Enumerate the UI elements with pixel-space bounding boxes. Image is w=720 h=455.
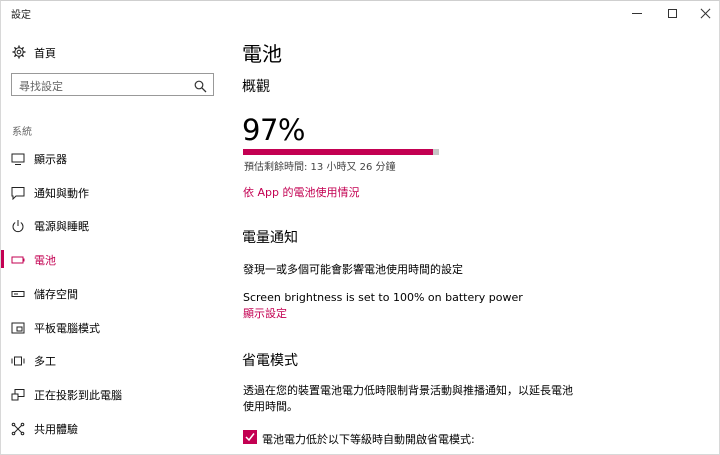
active-indicator (1, 250, 4, 268)
battery-icon (11, 252, 25, 266)
projecting-icon (11, 387, 25, 401)
search-input[interactable]: 尋找設定 (11, 73, 214, 96)
battery-saver-heading: 省電模式 (242, 353, 298, 369)
battery-level-bar (243, 149, 439, 155)
sidebar: 首頁 尋找設定 系統 顯示器 通知與動作 電源與睡眠 電池 儲存空間 平板電腦模… (1, 25, 226, 455)
storage-icon (11, 286, 25, 300)
window-title: 設定 (11, 10, 31, 21)
maximize-button[interactable] (655, 1, 689, 25)
display-icon (11, 151, 25, 165)
sidebar-item-label: 顯示器 (34, 153, 67, 166)
page-title: 電池 (242, 42, 282, 66)
shared-experiences-icon (11, 421, 25, 436)
sidebar-item-battery[interactable]: 電池 (1, 246, 226, 272)
search-icon[interactable] (194, 78, 207, 97)
power-icon (11, 218, 25, 233)
display-settings-link[interactable]: 顯示設定 (243, 305, 287, 321)
notification-icon (11, 185, 25, 201)
minimize-button[interactable] (620, 1, 654, 25)
sidebar-item-label: 電源與睡眠 (34, 220, 89, 233)
tablet-mode-icon (11, 320, 25, 334)
battery-level-fill (243, 149, 434, 155)
home-label: 首頁 (34, 47, 56, 60)
sidebar-item-label: 平板電腦模式 (34, 322, 100, 335)
overview-heading: 概觀 (242, 79, 270, 95)
battery-percent: 97% (242, 113, 305, 147)
maximize-icon (667, 8, 677, 18)
battery-saver-checkbox-label[interactable]: 電池電力低於以下等級時自動開啟省電模式: (262, 431, 475, 447)
sidebar-item-label: 多工 (34, 355, 56, 368)
search-placeholder: 尋找設定 (19, 80, 63, 93)
minimize-icon (632, 12, 642, 14)
sidebar-item-label: 共用體驗 (34, 423, 78, 436)
home-nav-item[interactable]: 首頁 (1, 41, 226, 63)
sidebar-item-power[interactable]: 電源與睡眠 (1, 212, 226, 238)
nav-section-label: 系統 (12, 127, 32, 138)
sidebar-item-label: 電池 (34, 254, 56, 267)
gear-icon (12, 44, 26, 63)
sidebar-item-tablet-mode[interactable]: 平板電腦模式 (1, 314, 226, 340)
sidebar-item-storage[interactable]: 儲存空間 (1, 280, 226, 306)
sidebar-item-label: 儲存空間 (34, 288, 78, 301)
title-bar: 設定 (1, 1, 720, 25)
checkmark-icon (245, 433, 255, 442)
sidebar-item-multitasking[interactable]: 多工 (1, 347, 226, 373)
sidebar-item-display[interactable]: 顯示器 (1, 145, 226, 171)
sidebar-item-notifications[interactable]: 通知與動作 (1, 179, 226, 205)
multitasking-icon (11, 353, 25, 367)
notifications-text: 發現一或多個可能會影響電池使用時間的設定 (243, 263, 463, 276)
main-content: 電池 概觀 97% 預估剩餘時間: 13 小時又 26 分鐘 依 App 的電池… (242, 25, 712, 455)
sidebar-item-projecting[interactable]: 正在投影到此電腦 (1, 381, 226, 407)
brightness-text: Screen brightness is set to 100% on batt… (243, 291, 523, 304)
battery-saver-checkbox[interactable] (243, 430, 257, 444)
close-button[interactable] (688, 1, 720, 25)
notifications-heading: 電量通知 (242, 230, 298, 246)
sidebar-item-label: 通知與動作 (34, 187, 89, 200)
battery-saver-description: 透過在您的裝置電池電力低時限制背景活動與推播通知，以延長電池使用時間。 (243, 384, 573, 413)
sidebar-item-shared-experiences[interactable]: 共用體驗 (1, 415, 226, 441)
close-icon (700, 8, 711, 19)
battery-usage-by-app-link[interactable]: 依 App 的電池使用情況 (243, 184, 359, 200)
settings-window: 設定 首頁 尋找設定 系統 顯示器 通知與動作 電源與睡眠 電池 儲存空間 平板… (0, 0, 720, 455)
sidebar-item-label: 正在投影到此電腦 (34, 389, 122, 402)
remaining-time: 預估剩餘時間: 13 小時又 26 分鐘 (244, 162, 396, 173)
